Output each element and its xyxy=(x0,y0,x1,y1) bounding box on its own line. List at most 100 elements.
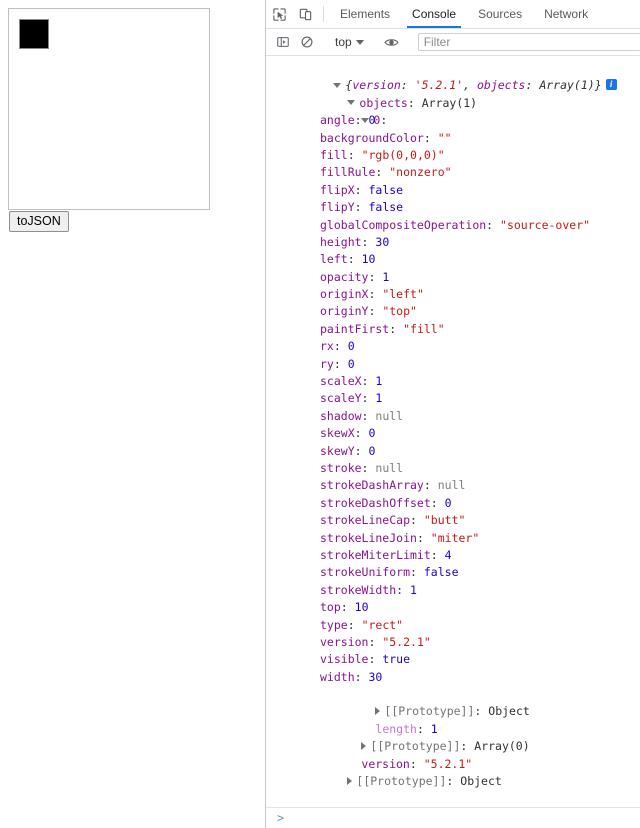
property-value: null xyxy=(375,408,404,423)
tab-network-label: Network xyxy=(544,7,589,21)
console-property-row: ry: 0 xyxy=(266,356,640,373)
disclosure-triangle-icon[interactable] xyxy=(347,776,353,785)
property-value: 10 xyxy=(361,252,376,267)
property-key: angle xyxy=(320,113,355,128)
property-value: "rgb(0,0,0)" xyxy=(361,147,445,162)
property-value: 4 xyxy=(444,547,452,562)
property-value: 1 xyxy=(382,269,390,284)
property-value: 0 xyxy=(347,339,355,354)
console-property-row: strokeWidth: 1 xyxy=(266,582,640,599)
property-colon: : xyxy=(354,200,369,215)
console-property-row: strokeDashOffset: 0 xyxy=(266,495,640,512)
console-row-proto-array[interactable]: [[Prototype]]: Array(0) xyxy=(266,721,640,753)
property-key: fill xyxy=(320,147,348,162)
chevron-down-icon xyxy=(355,39,364,45)
property-colon: : xyxy=(333,339,348,354)
property-value: 0 xyxy=(368,113,376,128)
property-key: backgroundColor xyxy=(320,130,424,145)
property-key: stroke xyxy=(320,460,362,475)
clear-console-icon[interactable] xyxy=(295,30,319,54)
property-colon: : xyxy=(354,669,369,684)
property-value: false xyxy=(423,565,459,580)
property-colon: : xyxy=(368,304,383,319)
console-filter-input[interactable] xyxy=(417,33,640,51)
console-property-row: skewY: 0 xyxy=(266,443,640,460)
property-key: strokeUniform xyxy=(320,565,411,580)
property-value: 1 xyxy=(410,582,417,597)
tab-network[interactable]: Network xyxy=(533,0,599,28)
property-key: paintFirst xyxy=(320,321,390,336)
property-value: 30 xyxy=(368,669,383,684)
console-property-row: backgroundColor: "" xyxy=(266,130,640,147)
console-filterbar: top xyxy=(266,29,640,56)
property-value: "" xyxy=(437,130,452,145)
console-prompt-row[interactable]: > xyxy=(266,808,640,828)
proto-outer-value: Object xyxy=(460,774,502,789)
console-row-version: version: "5.2.1" xyxy=(361,756,473,771)
console-property-row: strokeLineCap: "butt" xyxy=(266,512,640,529)
console-preview-row[interactable]: {version: '5.2.1', objects: Array(1)} i xyxy=(266,60,640,92)
console-property-row: strokeDashArray: null xyxy=(266,477,640,494)
property-value: false xyxy=(368,200,404,215)
console-property-row: skewX: 0 xyxy=(266,425,640,442)
property-colon: : xyxy=(347,147,362,162)
fabric-canvas[interactable] xyxy=(8,8,210,210)
console-row-proto-object-outer[interactable]: [[Prototype]]: Object xyxy=(266,756,640,788)
console-row-objects[interactable]: objects: Array(1) xyxy=(266,77,640,110)
property-key: version xyxy=(320,634,369,649)
tab-sources[interactable]: Sources xyxy=(467,0,533,28)
property-value: 0 xyxy=(368,443,376,458)
tab-console[interactable]: Console xyxy=(401,0,467,28)
property-colon: : xyxy=(354,426,369,441)
console-output: {version: '5.2.1', objects: Array(1)} i o… xyxy=(266,56,640,807)
property-key: ry xyxy=(320,356,334,371)
console-property-row: top: 10 xyxy=(266,599,640,616)
console-property-row: flipX: false xyxy=(266,182,640,199)
property-value: 0 xyxy=(368,426,376,441)
console-property-row: strokeMiterLimit: 4 xyxy=(266,547,640,564)
tab-elements[interactable]: Elements xyxy=(329,0,401,28)
property-colon: : xyxy=(410,565,424,580)
page-pane: toJSON xyxy=(0,0,266,828)
execution-context-selector[interactable]: top xyxy=(330,35,369,49)
property-key: globalCompositeOperation xyxy=(320,217,487,232)
property-value: "rect" xyxy=(361,617,404,632)
property-key: strokeWidth xyxy=(320,582,397,597)
device-toolbar-icon[interactable] xyxy=(292,0,318,28)
property-colon: : xyxy=(368,634,383,649)
property-key: strokeDashOffset xyxy=(320,495,431,510)
console-property-row: paintFirst: "fill" xyxy=(266,321,640,338)
console-sidebar-icon[interactable] xyxy=(271,30,295,54)
property-value: "top" xyxy=(382,304,417,319)
property-value: "nonzero" xyxy=(389,165,452,180)
property-key: top xyxy=(320,600,341,615)
property-colon: : xyxy=(410,513,424,528)
tab-console-label: Console xyxy=(412,7,457,21)
canvas-rect-object[interactable] xyxy=(19,19,49,49)
console-property-row: strokeUniform: false xyxy=(266,564,640,581)
toolbar-divider xyxy=(323,6,324,22)
property-key: strokeDashArray xyxy=(320,478,424,493)
property-key: strokeMiterLimit xyxy=(320,547,431,562)
property-colon: : xyxy=(361,460,376,475)
property-colon: : xyxy=(354,443,369,458)
property-key: skewX xyxy=(320,426,355,441)
console-property-row: originX: "left" xyxy=(266,286,640,303)
property-key: scaleX xyxy=(320,374,362,389)
live-expression-icon[interactable] xyxy=(380,30,404,54)
console-property-row: visible: true xyxy=(266,651,640,668)
property-colon: : xyxy=(361,408,376,423)
tojson-button[interactable]: toJSON xyxy=(9,211,69,232)
console-row-index-0[interactable]: 0: xyxy=(266,95,640,127)
property-value: true xyxy=(382,652,411,667)
property-colon: : xyxy=(361,391,376,406)
property-colon: : xyxy=(423,478,438,493)
inspect-element-icon[interactable] xyxy=(266,0,292,28)
console-property-row: opacity: 1 xyxy=(266,269,640,286)
prompt-chevron-icon: > xyxy=(277,811,285,825)
property-colon: : xyxy=(486,217,501,232)
console-property-row: scaleX: 1 xyxy=(266,373,640,390)
console-property-row: fill: "rgb(0,0,0)" xyxy=(266,147,640,164)
property-colon: : xyxy=(347,617,362,632)
console-row-proto-object-inner[interactable]: [[Prototype]]: Object xyxy=(266,686,640,718)
